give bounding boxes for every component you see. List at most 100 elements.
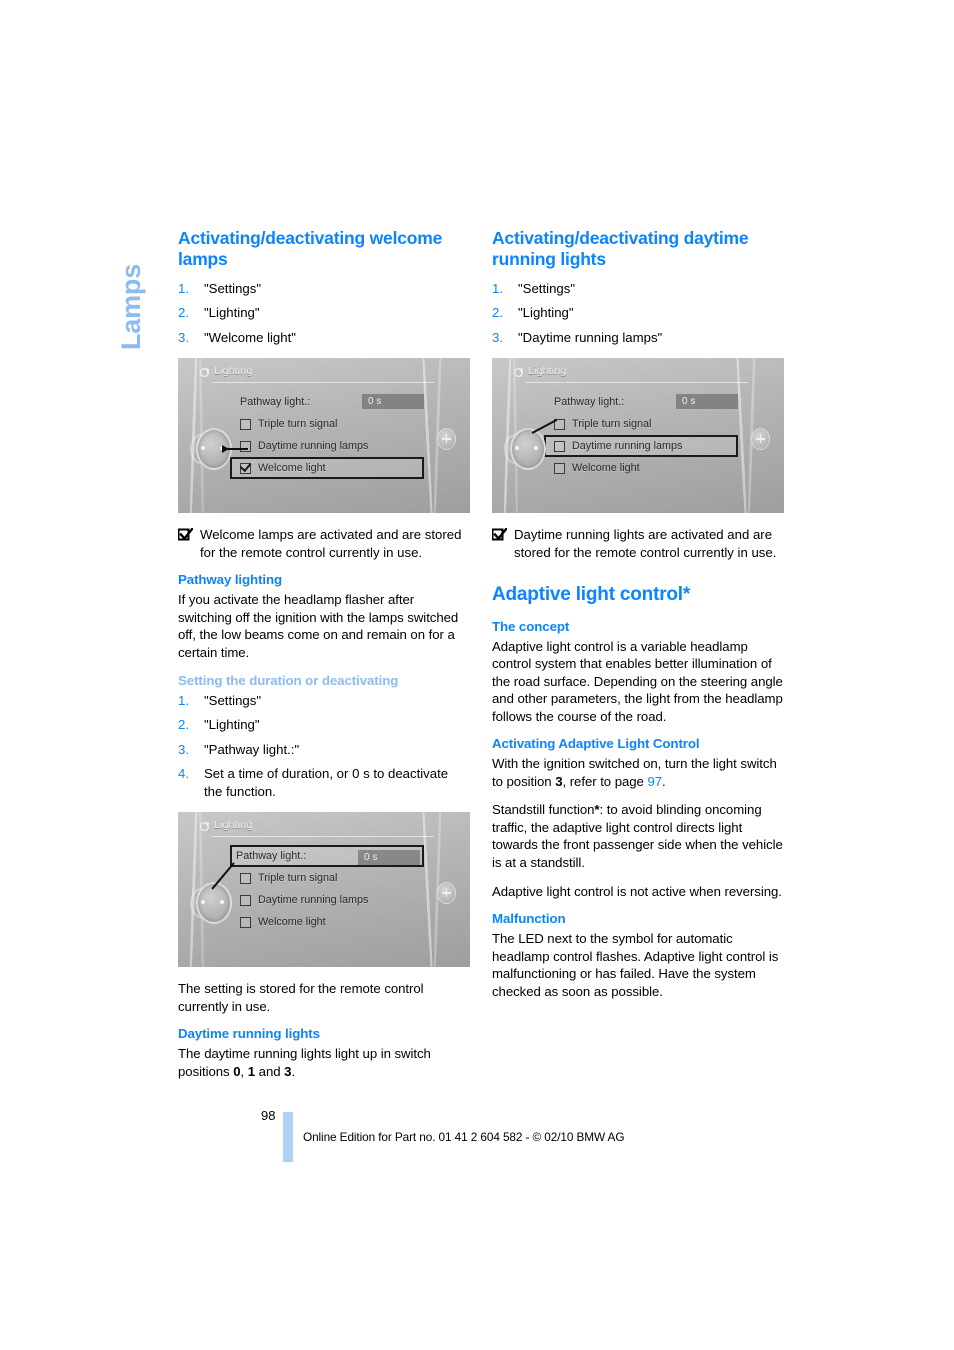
checkbox-icon xyxy=(240,418,251,430)
menu-row-label: Welcome light xyxy=(258,916,326,929)
menu-row-label: Daytime running lamps xyxy=(572,440,683,453)
chapter-tab: Lamps xyxy=(110,222,156,352)
menu-row-label: Pathway light.: xyxy=(236,850,307,863)
note-welcome-lamps: Welcome lamps are activated and are stor… xyxy=(177,526,470,561)
step-item: "Lighting" xyxy=(492,304,574,321)
idrive-divider xyxy=(212,836,434,838)
body-malfunction: The LED next to the symbol for automatic… xyxy=(492,931,779,999)
idrive-screenshot-welcome-light: Lighting Pathway light.: 0 s Triple turn… xyxy=(178,358,470,514)
menu-row-label: Welcome light xyxy=(258,462,326,475)
menu-row-label: Triple turn signal xyxy=(258,418,338,431)
idrive-divider xyxy=(212,382,434,384)
chapter-tab-label: Lamps xyxy=(116,263,146,350)
step-item: "Lighting" xyxy=(178,304,260,321)
step-item: "Daytime running lamps" xyxy=(492,329,663,346)
steps-welcome-lamps: "Settings" "Lighting" "Welcome light" xyxy=(178,280,470,347)
menu-row-daytime-running-lamps: Daytime running lamps xyxy=(236,435,426,457)
heading-activating-daytime-running-lights: Activating/deactivating daytime running … xyxy=(492,228,749,270)
heading-adaptive-light-control: Adaptive light control* xyxy=(492,584,691,606)
standstill-label: Standstill function xyxy=(492,802,595,818)
idrive-plus-button xyxy=(751,428,770,451)
heading-setting-duration: Setting the duration or deactivating xyxy=(178,672,399,688)
menu-row-label: Pathway light.: xyxy=(240,396,311,409)
checkbox-checked-icon xyxy=(491,527,509,541)
switch-position-1: 1 xyxy=(247,1063,256,1079)
heading-malfunction: Malfunction xyxy=(492,911,566,927)
body-daytime-running-lights: The daytime running lights light up in s… xyxy=(178,1045,470,1080)
menu-row-label: Pathway light.: xyxy=(554,396,625,409)
note-text: Welcome lamps are activated and are stor… xyxy=(200,527,462,560)
idrive-menu: Pathway light.: 0 s Triple turn signal D… xyxy=(544,391,740,479)
heading-daytime-running-lights: Daytime running lights xyxy=(178,1026,320,1042)
note-daytime-running-lights: Daytime running lights are activated and… xyxy=(491,526,784,561)
checkbox-icon xyxy=(554,440,565,452)
right-column: Activating/deactivating daytime running … xyxy=(491,228,784,1000)
lighting-menu-icon xyxy=(513,365,524,378)
drl-text-prefix: The daytime running lights light up in s… xyxy=(178,1046,431,1079)
step-item: "Lighting" xyxy=(178,716,260,733)
left-column: Activating/deactivating welcome lamps "S… xyxy=(177,228,470,1080)
body-activating-alc-2: Standstill function*: to avoid blinding … xyxy=(492,801,784,871)
menu-row-daytime-running-lamps: Daytime running lamps xyxy=(544,435,738,458)
idrive-screenshot-pathway-light: Lighting Pathway light.: 0 s Triple turn… xyxy=(178,812,470,968)
menu-row-pathway-light: Pathway light.: 0 s xyxy=(236,391,426,413)
step-item: "Settings" xyxy=(178,692,262,709)
lighting-menu-icon xyxy=(199,819,210,832)
callout-leader-line xyxy=(226,448,248,450)
alc-text-c: . xyxy=(662,773,666,789)
idrive-menu: Pathway light.: 0 s Triple turn signal D… xyxy=(230,845,426,933)
body-activating-alc-1: With the ignition switched on, turn the … xyxy=(492,755,784,790)
menu-row-pathway-light: Pathway light.: 0 s xyxy=(550,391,740,413)
menu-row-label: Triple turn signal xyxy=(258,872,338,885)
idrive-title: Lighting xyxy=(528,365,567,378)
manual-page: Lamps Activating/deactivating welcome la… xyxy=(0,0,954,1350)
step-item: "Welcome light" xyxy=(178,329,296,346)
pathway-light-value: 0 s xyxy=(676,394,738,410)
checkbox-checked-icon xyxy=(240,462,251,474)
steps-daytime-running-lights: "Settings" "Lighting" "Daytime running l… xyxy=(492,280,784,347)
checkbox-icon xyxy=(240,894,251,906)
idrive-screenshot-daytime-running-lamps: Lighting Pathway light.: 0 s Triple turn… xyxy=(492,358,784,514)
footer-copyright: Online Edition for Part no. 01 41 2 604 … xyxy=(303,1130,625,1144)
menu-row-triple-turn-signal: Triple turn signal xyxy=(236,867,426,889)
idrive-menu: Pathway light.: 0 s Triple turn signal D… xyxy=(230,391,426,480)
heading-activating-adaptive-light-control: Activating Adaptive Light Control xyxy=(492,736,700,752)
menu-row-triple-turn-signal: Triple turn signal xyxy=(550,413,740,435)
page-number: 98 xyxy=(261,1108,276,1123)
body-activating-alc-3: Adaptive light control is not active whe… xyxy=(492,883,782,899)
pathway-light-value: 0 s xyxy=(362,394,424,410)
menu-row-daytime-running-lamps: Daytime running lamps xyxy=(236,889,426,911)
menu-row-pathway-light: Pathway light.: 0 s xyxy=(230,845,424,868)
alc-text-b: , refer to page xyxy=(562,773,648,789)
body-setting-stored: The setting is stored for the remote con… xyxy=(178,981,424,1014)
step-item: "Settings" xyxy=(178,280,262,297)
menu-row-welcome-light: Welcome light xyxy=(230,457,424,480)
menu-row-label: Daytime running lamps xyxy=(258,894,369,907)
callout-arrow xyxy=(222,445,229,454)
checkbox-icon xyxy=(554,462,565,474)
checkbox-icon xyxy=(240,440,251,452)
menu-row-welcome-light: Welcome light xyxy=(550,457,740,479)
body-pathway-lighting: If you activate the headlamp flasher aft… xyxy=(178,592,459,661)
step-item: "Settings" xyxy=(492,280,576,297)
folio-accent-bar xyxy=(283,1112,293,1162)
checkbox-checked-icon xyxy=(177,527,195,541)
step-item: "Pathway light.:" xyxy=(178,741,300,758)
heading-pathway-lighting: Pathway lighting xyxy=(178,572,283,588)
steps-setting-duration: "Settings" "Lighting" "Pathway light.:" … xyxy=(178,692,470,801)
checkbox-icon xyxy=(240,916,251,928)
heading-activating-welcome-lamps: Activating/deactivating welcome lamps xyxy=(178,228,443,270)
checkbox-icon xyxy=(240,872,251,884)
page-reference-link[interactable]: 97 xyxy=(647,774,662,789)
menu-row-label: Welcome light xyxy=(572,462,640,475)
menu-row-label: Daytime running lamps xyxy=(258,440,369,453)
menu-row-triple-turn-signal: Triple turn signal xyxy=(236,413,426,435)
drl-sep-1: , xyxy=(240,1063,248,1079)
idrive-divider xyxy=(526,382,748,384)
lighting-menu-icon xyxy=(199,365,210,378)
switch-position-0: 0 xyxy=(233,1063,241,1079)
note-text: Daytime running lights are activated and… xyxy=(514,527,777,560)
idrive-title: Lighting xyxy=(214,365,253,378)
menu-row-welcome-light: Welcome light xyxy=(236,911,426,933)
heading-the-concept: The concept xyxy=(492,618,570,634)
